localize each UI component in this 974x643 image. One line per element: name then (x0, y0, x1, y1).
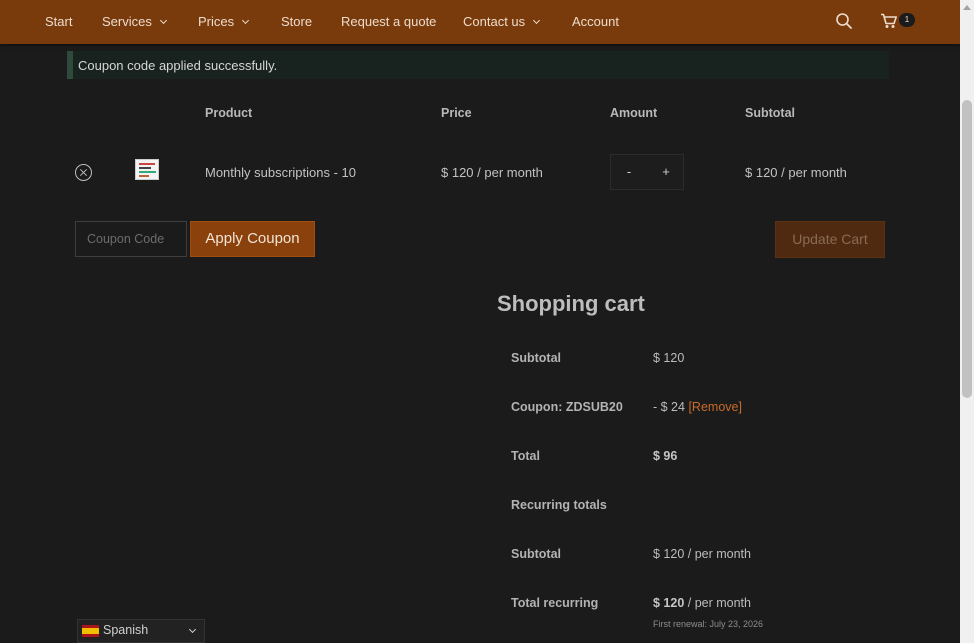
apply-coupon-button[interactable]: Apply Coupon (190, 221, 315, 257)
product-price: $ 120 / per month (441, 165, 543, 180)
header-price: Price (441, 106, 472, 120)
nav-account[interactable]: Account (572, 0, 619, 44)
header-product: Product (205, 106, 253, 120)
notice-message: Coupon code applied successfully. (78, 58, 278, 73)
chevron-down-icon (533, 16, 541, 25)
total-recurring-label: Total recurring (511, 596, 599, 610)
coupon-code-input[interactable] (75, 221, 187, 257)
nav-contact-label: Contact us (463, 14, 526, 29)
total-value: $ 96 (653, 449, 677, 463)
total-recurring-value: $ 120 / per month (653, 596, 751, 610)
language-label: Spanish (103, 623, 149, 637)
update-cart-button[interactable]: Update Cart (775, 221, 885, 258)
product-thumbnail[interactable] (135, 159, 159, 180)
first-renewal-note: First renewal: July 23, 2026 (653, 619, 764, 629)
nav-contact[interactable]: Contact us (463, 0, 541, 44)
nav-prices-label: Prices (198, 14, 235, 29)
nav-store[interactable]: Store (281, 0, 312, 44)
nav-prices[interactable]: Prices (198, 0, 250, 44)
success-notice: Coupon code applied successfully. (67, 51, 889, 79)
scroll-up-arrow-icon[interactable] (963, 5, 971, 10)
language-selector[interactable]: Spanish (77, 619, 205, 643)
subtotal-value: $ 120 (653, 351, 685, 365)
spain-flag-icon (82, 625, 99, 637)
nav-services[interactable]: Services (102, 0, 167, 44)
product-name[interactable]: Monthly subscriptions - 10 (205, 165, 356, 180)
recurring-subtotal-value: $ 120 / per month (653, 547, 751, 561)
chevron-down-icon (242, 16, 250, 25)
nav-services-label: Services (102, 14, 152, 29)
total-label: Total (511, 449, 540, 463)
remove-item-icon[interactable] (75, 164, 92, 181)
recurring-totals-heading: Recurring totals (511, 498, 607, 512)
chevron-down-icon (159, 16, 167, 25)
quantity-increase-button[interactable]: + (655, 155, 677, 189)
total-recurring-amount: $ 120 (653, 596, 685, 610)
search-icon[interactable] (835, 12, 855, 32)
cart-totals-title: Shopping cart (497, 291, 645, 316)
scrollbar-thumb[interactable] (962, 100, 972, 398)
nav-request-quote[interactable]: Request a quote (341, 0, 436, 44)
quantity-stepper: - + (610, 154, 684, 190)
total-recurring-period: / per month (684, 596, 751, 610)
subtotal-label: Subtotal (511, 351, 561, 365)
recurring-subtotal-label: Subtotal (511, 547, 561, 561)
top-nav: Start Services Prices Store Request a qu… (0, 0, 960, 44)
cart-icon[interactable] (880, 13, 900, 33)
coupon-value: - $ 24 (653, 400, 685, 414)
header-amount: Amount (610, 106, 658, 120)
coupon-label: Coupon: ZDSUB20 (511, 400, 623, 414)
cart-count-badge: 1 (899, 13, 915, 27)
coupon-discount: - $ 24 [Remove] (653, 400, 742, 414)
product-subtotal: $ 120 / per month (745, 165, 847, 180)
nav-start[interactable]: Start (45, 0, 72, 44)
remove-coupon-link[interactable]: [Remove] (688, 400, 742, 414)
chevron-down-icon (188, 625, 197, 634)
quantity-decrease-button[interactable]: - (618, 155, 640, 189)
header-subtotal: Subtotal (745, 106, 795, 120)
total-amount: $ 96 (653, 449, 678, 463)
